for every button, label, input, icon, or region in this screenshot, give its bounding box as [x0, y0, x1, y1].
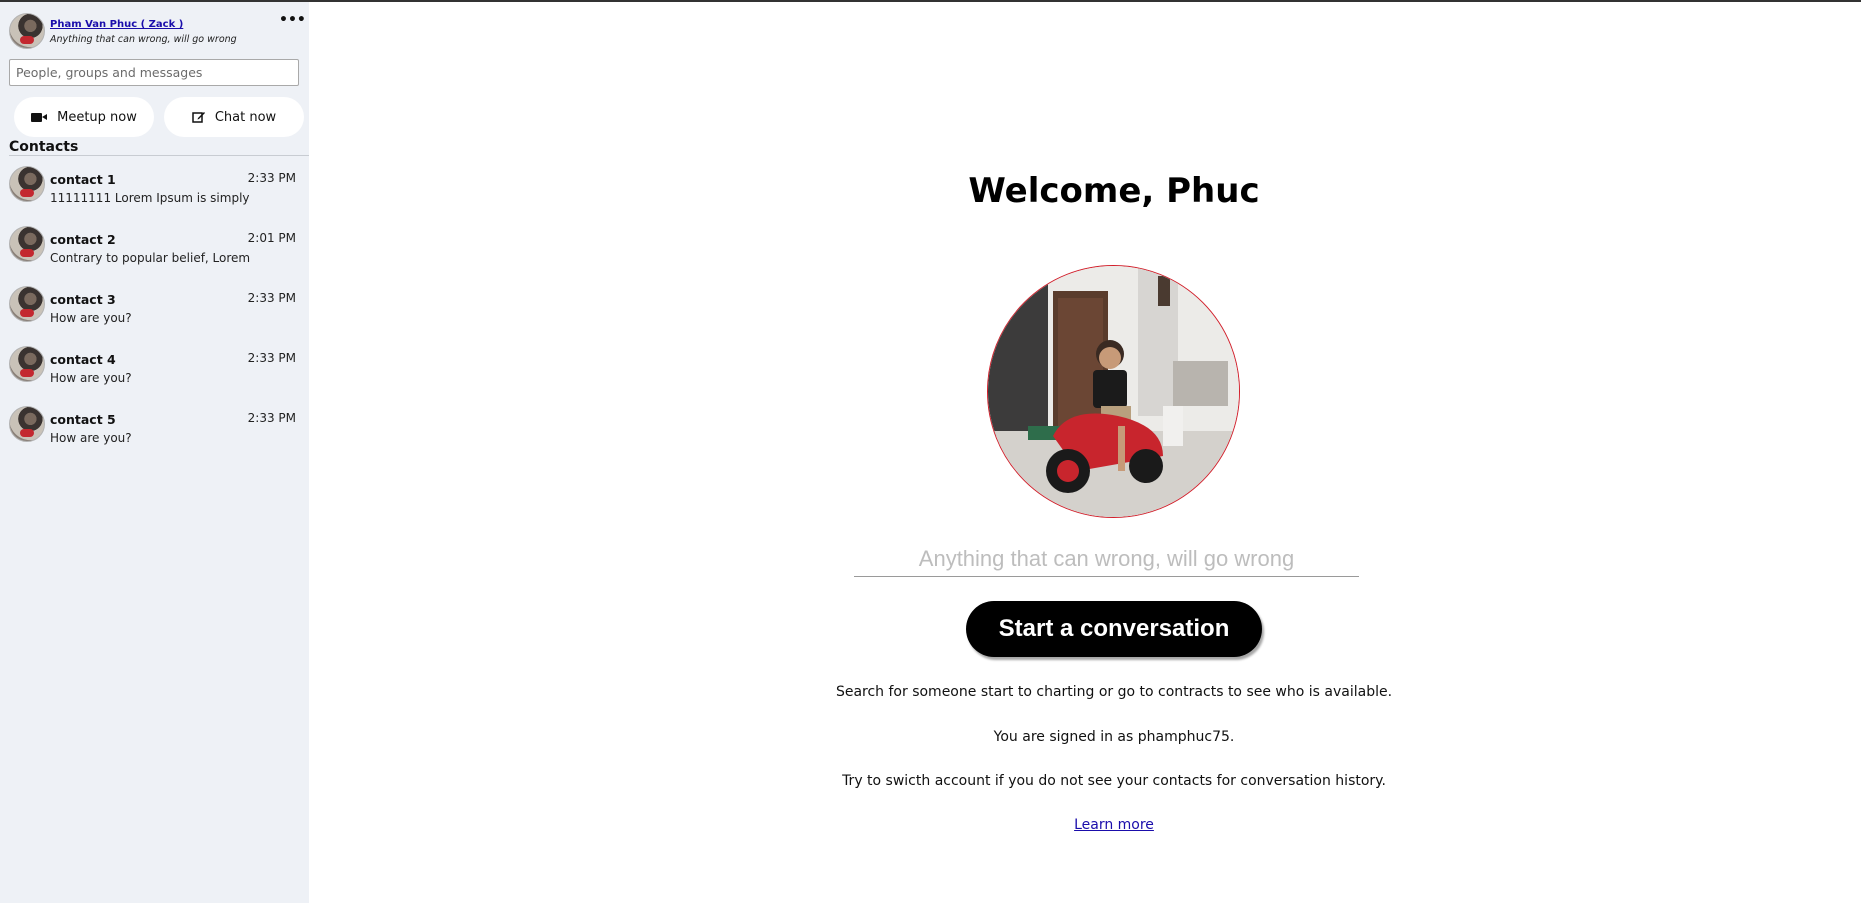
chat-now-button[interactable]: Chat now — [164, 97, 304, 137]
status-message-input[interactable] — [854, 541, 1359, 577]
contact-last-message: Contrary to popular belief, Lorem — [50, 251, 251, 265]
meetup-now-label: Meetup now — [57, 109, 137, 125]
user-profile: Pham Van Phuc ( Zack ) Anything that can… — [9, 13, 306, 49]
contact-name: contact 4 — [50, 352, 116, 367]
info-switch-account-text: Try to swicth account if you do not see … — [842, 773, 1386, 789]
chat-now-label: Chat now — [214, 109, 277, 125]
contact-time: 2:33 PM — [247, 411, 296, 425]
search-input[interactable] — [9, 59, 299, 86]
start-conversation-button[interactable]: Start a conversation — [966, 601, 1262, 657]
user-name-link[interactable]: Pham Van Phuc ( Zack ) — [50, 19, 183, 30]
video-camera-icon — [31, 112, 48, 122]
contact-list-item[interactable]: contact 5 2:33 PM How are you? — [9, 406, 299, 456]
info-search-text: Search for someone start to charting or … — [835, 684, 1393, 700]
contact-list-item[interactable]: contact 2 2:01 PM Contrary to popular be… — [9, 226, 299, 276]
contact-time: 2:33 PM — [247, 291, 296, 305]
contacts-divider — [9, 155, 309, 156]
contact-avatar — [9, 286, 45, 322]
contact-time: 2:33 PM — [247, 171, 296, 185]
contact-avatar — [9, 346, 45, 382]
contact-list-item[interactable]: contact 3 2:33 PM How are you? — [9, 286, 299, 336]
contact-name: contact 5 — [50, 412, 116, 427]
contact-name: contact 1 — [50, 172, 116, 187]
contact-list-item[interactable]: contact 1 2:33 PM 11111111 Lorem Ipsum i… — [9, 166, 299, 216]
compose-icon — [192, 110, 206, 124]
contact-time: 2:33 PM — [247, 351, 296, 365]
more-options-icon[interactable]: ••• — [279, 13, 306, 31]
user-status-text: Anything that can wrong, will go wrong — [50, 34, 237, 45]
contact-last-message: 11111111 Lorem Ipsum is simply — [50, 191, 250, 205]
contact-last-message: How are you? — [50, 431, 132, 445]
contact-avatar — [9, 226, 45, 262]
contact-time: 2:01 PM — [247, 231, 296, 245]
contact-name: contact 2 — [50, 232, 116, 247]
sidebar: Pham Van Phuc ( Zack ) Anything that can… — [0, 2, 309, 903]
contact-list-item[interactable]: contact 4 2:33 PM How are you? — [9, 346, 299, 396]
contact-avatar — [9, 166, 45, 202]
user-avatar[interactable] — [9, 13, 45, 49]
contact-last-message: How are you? — [50, 371, 132, 385]
contact-name: contact 3 — [50, 292, 116, 307]
learn-more-link[interactable]: Learn more — [1014, 817, 1214, 833]
contact-last-message: How are you? — [50, 311, 132, 325]
contacts-heading: Contacts — [9, 139, 79, 155]
profile-photo[interactable] — [987, 265, 1240, 518]
info-signed-in-text: You are signed in as phamphuc75. — [993, 729, 1235, 745]
meetup-now-button[interactable]: Meetup now — [14, 97, 154, 137]
contact-avatar — [9, 406, 45, 442]
welcome-heading: Welcome, Phuc — [968, 171, 1260, 211]
